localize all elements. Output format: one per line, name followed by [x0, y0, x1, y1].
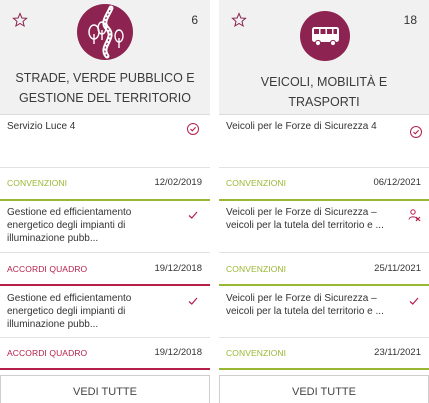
- card-tag: CONVENZIONI: [226, 348, 287, 358]
- card-divider: [219, 337, 429, 338]
- check-icon: [188, 211, 198, 219]
- card-divider: [0, 252, 210, 253]
- card-date: 25/11/2021: [374, 263, 421, 274]
- see-all-button[interactable]: VEDI TUTTE: [219, 375, 429, 403]
- agreement-card[interactable]: Gestione ed efficientamento energetico d…: [0, 202, 210, 286]
- check-circle-icon: [187, 123, 199, 135]
- category-title: STRADE, VERDE PUBBLICO E GESTIONE DEL TE…: [15, 71, 195, 105]
- road-trees-icon: [77, 4, 133, 60]
- card-date: 19/12/2018: [154, 263, 202, 274]
- check-icon: [188, 297, 198, 305]
- card-tag: CONVENZIONI: [7, 178, 68, 188]
- card-title: Servizio Luce 4: [7, 121, 76, 132]
- category-column-veicoli: 18 VEICOLI, MOBILITÀ E TRASPORTI Veicoli…: [219, 0, 429, 403]
- card-divider: [219, 252, 429, 253]
- card-divider: [0, 337, 210, 338]
- convention-card[interactable]: Servizio Luce 4 CONVENZIONI 12/02/2019: [0, 116, 210, 201]
- card-tag: CONVENZIONI: [226, 178, 287, 188]
- card-tag: CONVENZIONI: [226, 264, 287, 274]
- card-title: Veicoli per le Forze di Sicurezza – veic…: [226, 293, 384, 317]
- convention-card[interactable]: Veicoli per le Forze di Sicurezza – veic…: [219, 288, 429, 370]
- card-date: 23/11/2021: [374, 347, 421, 358]
- category-header[interactable]: 6 STRADE, VERDE PUBBLICO E GESTIONE DEL …: [0, 0, 210, 115]
- convention-card[interactable]: Veicoli per le Forze di Sicurezza 4 CONV…: [219, 116, 429, 201]
- card-tag: ACCORDI QUADRO: [7, 264, 88, 274]
- category-header[interactable]: 18 VEICOLI, MOBILITÀ E TRASPORTI: [219, 0, 429, 115]
- category-column-strade: 6 STRADE, VERDE PUBBLICO E GESTIONE DEL …: [0, 0, 210, 403]
- card-title: Veicoli per le Forze di Sicurezza 4: [226, 121, 377, 132]
- category-count: 18: [403, 13, 417, 27]
- card-title: Gestione ed efficientamento energetico d…: [7, 293, 132, 330]
- card-date: 06/12/2021: [373, 177, 421, 188]
- agreement-card[interactable]: Gestione ed efficientamento energetico d…: [0, 288, 210, 370]
- card-divider: [0, 167, 210, 168]
- card-tag: ACCORDI QUADRO: [7, 348, 88, 358]
- user-tools-icon: [408, 209, 421, 222]
- check-icon: [409, 297, 419, 305]
- card-title: Gestione ed efficientamento energetico d…: [7, 207, 132, 244]
- bus-icon: [300, 11, 350, 61]
- check-circle-icon: [410, 126, 422, 138]
- card-divider: [219, 167, 429, 168]
- star-icon[interactable]: [231, 12, 247, 28]
- star-icon[interactable]: [12, 12, 28, 28]
- convention-card[interactable]: Veicoli per le Forze di Sicurezza – veic…: [219, 202, 429, 286]
- card-title: Veicoli per le Forze di Sicurezza – veic…: [226, 207, 384, 231]
- category-count: 6: [191, 13, 198, 27]
- card-date: 19/12/2018: [154, 347, 202, 358]
- card-date: 12/02/2019: [154, 177, 202, 188]
- see-all-button[interactable]: VEDI TUTTE: [0, 375, 210, 403]
- category-title: VEICOLI, MOBILITÀ E TRASPORTI: [260, 75, 388, 109]
